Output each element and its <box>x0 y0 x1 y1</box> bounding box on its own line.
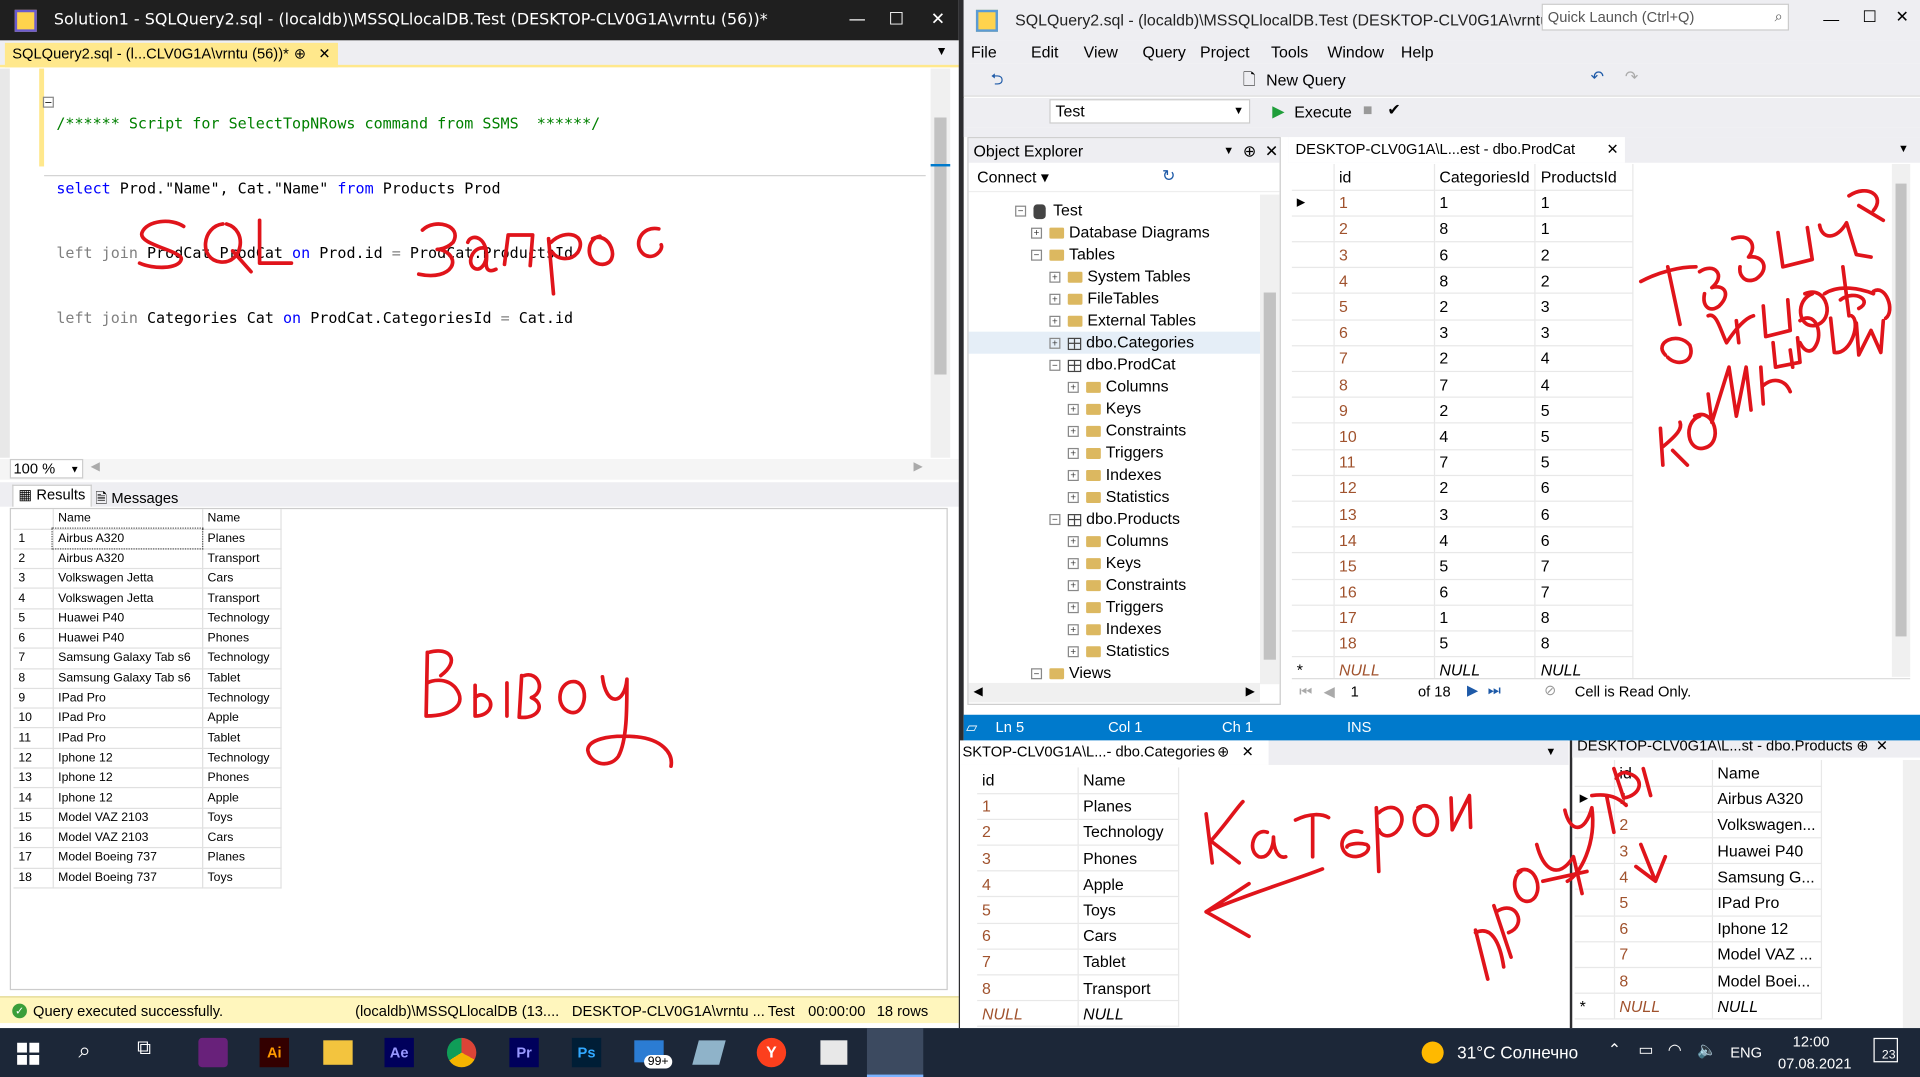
handwriting-sql-query <box>137 218 664 296</box>
handwriting-output <box>424 649 674 768</box>
taskbar: ⌕ ⧉ Ai Ae Pr Ps 99+ Y 31°C Солнечно ⌃ ▭ … <box>0 1028 1920 1077</box>
yandex-icon[interactable]: Y <box>756 1037 787 1068</box>
notification-icon[interactable]: 23 <box>1873 1037 1898 1063</box>
handwriting-annotations <box>137 189 1892 981</box>
handwriting-categories <box>1204 793 1473 939</box>
after-effects-icon[interactable]: Ae <box>384 1037 414 1068</box>
photoshop-icon[interactable]: Ps <box>571 1037 602 1068</box>
battery-icon[interactable]: ▭ <box>1638 1040 1653 1060</box>
file-explorer-icon[interactable] <box>323 1040 353 1065</box>
volume-icon[interactable]: 🔈 <box>1697 1040 1717 1060</box>
search-icon[interactable]: ⌕ <box>78 1038 90 1064</box>
illustrator-icon[interactable]: Ai <box>259 1037 289 1068</box>
clock-time[interactable]: 12:00 <box>1793 1033 1830 1050</box>
language-indicator[interactable]: ENG <box>1730 1044 1762 1061</box>
visual-studio-icon[interactable] <box>198 1037 228 1068</box>
store-icon[interactable] <box>820 1040 848 1065</box>
premiere-icon[interactable]: Pr <box>509 1037 539 1068</box>
clock-date[interactable]: 07.08.2021 <box>1778 1055 1852 1072</box>
windows-start-icon[interactable] <box>17 1042 40 1065</box>
handwriting-junction-table <box>1638 189 1892 467</box>
weather-icon <box>1421 1041 1444 1064</box>
ssms-taskbar-icon[interactable] <box>866 1028 924 1077</box>
chrome-icon[interactable] <box>446 1037 477 1068</box>
notification-count: 23 <box>1881 1048 1896 1063</box>
wifi-icon[interactable]: ◠ <box>1668 1040 1682 1060</box>
mail-badge: 99+ <box>644 1055 673 1069</box>
task-view-icon[interactable]: ⧉ <box>137 1038 151 1060</box>
chevron-up-icon[interactable]: ⌃ <box>1608 1040 1621 1060</box>
weather-text: 31°C Солнечно <box>1457 1042 1579 1063</box>
handwriting-products <box>1473 766 1668 981</box>
app-icon[interactable] <box>692 1040 726 1065</box>
